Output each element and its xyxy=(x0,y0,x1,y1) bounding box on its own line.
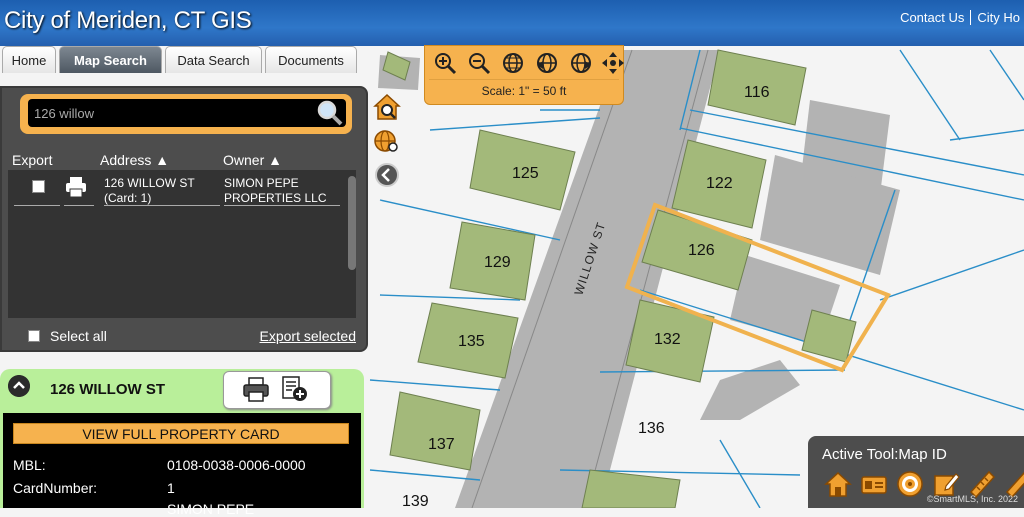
contact-us-link[interactable]: Contact Us xyxy=(896,10,968,25)
print-button[interactable] xyxy=(242,377,270,403)
select-all-checkbox[interactable] xyxy=(28,330,40,342)
field-label-mbl: MBL: xyxy=(13,457,46,473)
row-export-checkbox[interactable] xyxy=(32,180,45,193)
parcel-label-129: 129 xyxy=(484,254,511,271)
active-tool-label: Active Tool:Map ID xyxy=(822,446,947,463)
header-links: Contact Us City Ho xyxy=(896,10,1024,25)
target-icon[interactable] xyxy=(896,470,924,498)
parcel-label-135: 135 xyxy=(458,333,485,350)
export-selected-link[interactable]: Export selected xyxy=(260,328,357,344)
app-header: City of Meriden, CT GIS Contact Us City H… xyxy=(0,0,1024,46)
link-separator xyxy=(970,10,972,25)
search-box xyxy=(20,94,352,134)
map-toolbar: Scale: 1" = 50 ft xyxy=(424,45,624,105)
parcel-label-132: 132 xyxy=(654,331,681,348)
field-value-owner: SIMON PEPE xyxy=(167,501,255,517)
tab-documents[interactable]: Documents xyxy=(265,46,357,73)
property-detail-body: VIEW FULL PROPERTY CARD MBL: 0108-0038-0… xyxy=(0,413,364,517)
column-owner[interactable]: Owner ▲ xyxy=(223,152,282,168)
search-icon xyxy=(317,100,343,126)
column-export: Export xyxy=(12,152,53,168)
field-value-card-number: 1 xyxy=(167,480,175,496)
search-input[interactable] xyxy=(28,99,314,127)
zoom-in-icon[interactable] xyxy=(433,51,457,75)
tab-data-search[interactable]: Data Search xyxy=(165,46,262,73)
app-title: City of Meriden, CT GIS xyxy=(4,7,252,34)
full-extent-globe-icon[interactable] xyxy=(501,51,525,75)
previous-extent-globe-icon[interactable] xyxy=(535,51,559,75)
tab-home[interactable]: Home xyxy=(2,46,56,73)
view-property-card-button[interactable]: VIEW FULL PROPERTY CARD xyxy=(13,423,349,444)
parcel-label-126: 126 xyxy=(688,242,715,259)
toolbar-divider xyxy=(429,79,619,80)
row-divider xyxy=(104,205,220,206)
row-divider xyxy=(14,205,60,206)
globe-search-icon[interactable] xyxy=(372,126,402,156)
zoom-out-icon[interactable] xyxy=(467,51,491,75)
active-tool-panel: Active Tool:Map ID ©SmartMLS, Inc. 2022 xyxy=(808,436,1024,508)
search-button[interactable] xyxy=(314,99,346,127)
pan-icon[interactable] xyxy=(601,51,625,75)
city-home-link[interactable]: City Ho xyxy=(973,10,1024,25)
column-address[interactable]: Address ▲ xyxy=(100,152,169,168)
tab-map-search[interactable]: Map Search xyxy=(59,46,162,73)
home-icon[interactable] xyxy=(824,470,852,498)
scale-readout: Scale: 1" = 50 ft xyxy=(481,84,567,98)
chevron-up-icon[interactable] xyxy=(8,375,30,397)
result-owner: SIMON PEPE PROPERTIES LLC xyxy=(224,176,327,205)
results-list: 126 WILLOW ST (Card: 1) SIMON PEPE PROPERT… xyxy=(8,170,356,318)
printer-icon[interactable] xyxy=(64,176,88,198)
parcel-label-122: 122 xyxy=(706,175,733,192)
parcel-label-136: 136 xyxy=(638,420,665,437)
parcel-label-139: 139 xyxy=(402,493,429,508)
row-divider xyxy=(64,205,94,206)
home-search-icon[interactable] xyxy=(372,92,402,122)
next-extent-globe-icon[interactable] xyxy=(569,51,593,75)
search-panel: Export Address ▲ Owner ▲ 126 WILLOW ST(C… xyxy=(0,86,368,352)
results-scrollbar[interactable] xyxy=(348,176,356,270)
row-divider xyxy=(224,205,340,206)
parcel-label-125: 125 xyxy=(512,165,539,182)
select-all[interactable]: Select all xyxy=(28,328,107,344)
collapse-left-icon[interactable] xyxy=(374,162,400,188)
result-address[interactable]: 126 WILLOW ST (Card: 1) xyxy=(104,176,195,206)
add-document-button[interactable] xyxy=(280,376,308,402)
id-card-icon[interactable] xyxy=(860,470,888,498)
copyright-text: ©SmartMLS, Inc. 2022 xyxy=(926,494,1018,504)
field-label-card-number: CardNumber: xyxy=(13,480,98,496)
field-value-mbl: 0108-0038-0006-0000 xyxy=(167,457,306,473)
property-detail-header: 126 WILLOW ST xyxy=(0,369,364,413)
panel-side-icons xyxy=(372,92,402,188)
detail-address: 126 WILLOW ST xyxy=(50,381,166,398)
parcel-label-116: 116 xyxy=(744,84,770,101)
parcel-label-137: 137 xyxy=(428,436,455,453)
detail-action-buttons xyxy=(223,371,331,409)
